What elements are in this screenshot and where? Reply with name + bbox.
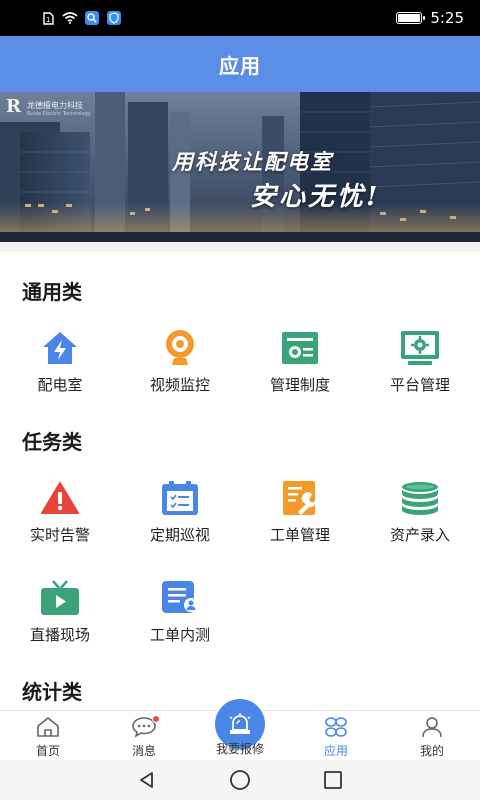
app-tile-label: 视频监控 [149,376,210,394]
apps-grid-icon [323,715,349,739]
app-tile-platform-management[interactable]: 平台管理 [360,318,480,398]
tv-play-icon [40,578,80,618]
tab-home[interactable]: 首页 [0,711,96,760]
document-user-icon [160,578,200,618]
app-tile-management-policy[interactable]: 管理制度 [240,318,360,398]
tab-label: 消息 [131,744,156,758]
app-tile-video-monitor[interactable]: 视频监控 [120,318,240,398]
warning-triangle-icon [40,478,80,518]
app-tile-live-site[interactable]: 直播现场 [0,568,120,648]
recents-icon[interactable] [321,768,345,792]
app-tile-label: 资产录入 [389,526,450,544]
tab-apps[interactable]: 应用 [288,711,384,760]
database-stack-icon [400,478,440,518]
page-title: 应用 [219,53,261,78]
monitor-gear-icon [400,328,440,368]
general-apps-row: 配电室 视频监控 管理制度 平台管理 [0,318,480,398]
app-tile-work-order-beta[interactable]: 工单内测 [120,568,240,648]
status-bar: 1 5:25 [0,0,480,36]
back-icon[interactable] [135,768,159,792]
user-icon [419,715,445,739]
company-logo-mark: R [6,96,21,117]
app-tile-label: 实时告警 [29,526,90,544]
company-name: 龙德檀电力科技 [26,101,83,110]
siren-icon [226,712,254,736]
banner-image[interactable]: R 龙德檀电力科技 Ruide Electric Technology 用科技让… [0,92,480,242]
app-tile-realtime-alarm[interactable]: 实时告警 [0,468,120,548]
app-header: 应用 [0,36,480,92]
unread-badge [152,715,160,723]
section-divider [0,242,480,252]
tab-label: 我的 [419,744,444,758]
app-tile-label: 定期巡视 [149,526,210,544]
section-title-general: 通用类 [22,280,82,304]
system-navigation-bar [0,760,480,800]
app-tile-power-room[interactable]: 配电室 [0,318,120,398]
app-tile-label: 平台管理 [389,376,450,394]
shield-app-icon [106,11,122,25]
app-tile-label: 工单内测 [149,626,210,644]
banner-slogan-line2: 安心无忧! [250,182,381,212]
section-title-stats: 统计类 [22,680,82,704]
status-time: 5:25 [430,9,464,27]
tab-messages[interactable]: 消息 [96,711,192,760]
status-icons-left: 1 [40,11,122,25]
svg-text:1: 1 [46,16,50,24]
app-tile-label: 配电室 [37,376,83,394]
wifi-icon [62,11,78,25]
app-tile-work-order-management[interactable]: 工单管理 [240,468,360,548]
task-apps-row-1: 实时告警 定期巡视 工单管理 资产录入 [0,468,480,548]
tab-profile[interactable]: 我的 [384,711,480,760]
search-app-icon [84,11,100,25]
app-tile-label: 管理制度 [269,376,330,394]
app-tile-label: 工单管理 [269,526,330,544]
company-name-en: Ruide Electric Technology [26,111,91,117]
house-lightning-icon [40,328,80,368]
app-tile-label: 直播现场 [29,626,90,644]
battery-icon [396,12,426,24]
webcam-icon [160,328,200,368]
home-circle-icon[interactable] [228,768,252,792]
sim-card-icon: 1 [40,11,56,25]
section-title-tasks: 任务类 [22,430,82,454]
work-order-wrench-icon [280,478,320,518]
chat-bubble-icon [131,715,160,739]
tab-label: 首页 [35,744,60,758]
banner-slogan-line1: 用科技让配电室 [172,149,333,174]
app-tile-asset-entry[interactable]: 资产录入 [360,468,480,548]
company-logo: R 龙德檀电力科技 Ruide Electric Technology [6,96,91,118]
report-repair-label: 我要报修 [215,742,264,756]
app-tile-periodic-inspection[interactable]: 定期巡视 [120,468,240,548]
status-icons-right: 5:25 [396,9,464,27]
home-icon [35,715,61,739]
policy-document-icon [280,328,320,368]
task-apps-row-2: 直播现场 工单内测 [0,568,480,648]
tab-label: 应用 [323,744,348,758]
inspection-clipboard-icon [160,478,200,518]
